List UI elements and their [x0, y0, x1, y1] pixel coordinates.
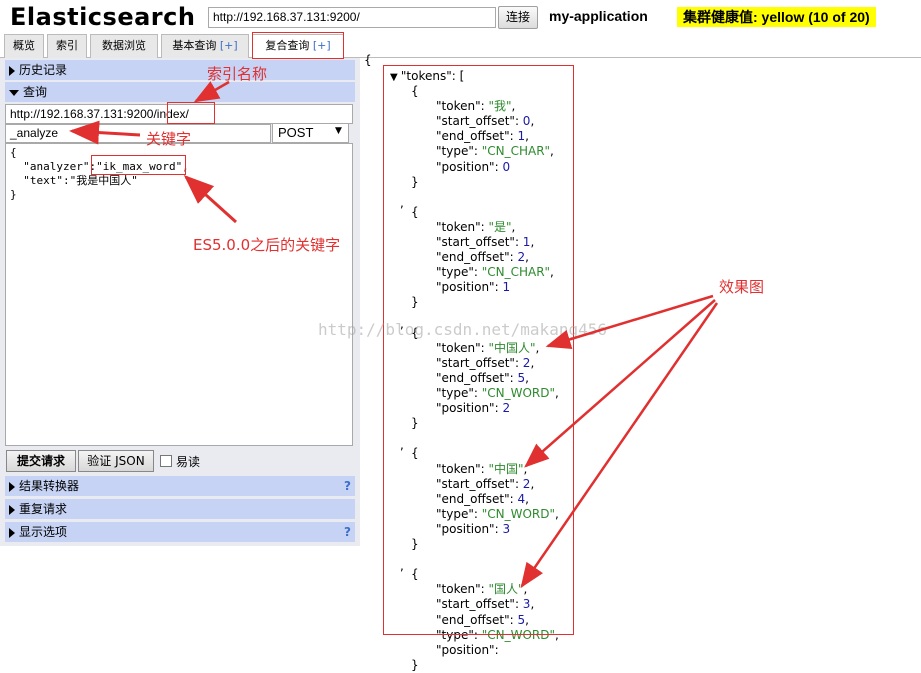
tab-overview-label: 概览: [13, 39, 35, 52]
result-transformer-label: 结果转换器: [19, 479, 80, 493]
annotation-box-index: [167, 102, 215, 124]
annotation-keyword: 关键字: [146, 130, 192, 148]
json-open-brace: {: [364, 53, 372, 67]
cluster-name: my-application: [549, 8, 648, 24]
repeat-request-section[interactable]: 重复请求: [5, 499, 355, 519]
history-section-header[interactable]: 历史记录: [5, 60, 355, 80]
cluster-url-input[interactable]: http://192.168.37.131:9200/: [208, 7, 496, 28]
tab-browser[interactable]: 数据浏览: [90, 34, 158, 58]
display-options-label: 显示选项: [19, 525, 68, 539]
request-body-editor[interactable]: { "analyzer":"ik_max_word", "text":"我是中国…: [5, 143, 353, 446]
brace: }: [411, 657, 419, 672]
expand-icon: [9, 504, 15, 515]
connect-button[interactable]: 连接: [498, 6, 538, 29]
annotation-box-result: [383, 65, 574, 635]
body-line: }: [10, 188, 17, 201]
repeat-request-label: 重复请求: [19, 502, 68, 516]
result-transformer-section[interactable]: 结果转换器?: [5, 476, 355, 496]
watermark: http://blog.csdn.net/makang456: [318, 320, 607, 339]
annotation-box-tab: [252, 32, 344, 59]
cluster-health-badge: 集群健康值: yellow (10 of 20): [677, 7, 876, 27]
annotation-index-name: 索引名称: [207, 65, 268, 83]
history-label: 历史记录: [19, 63, 68, 77]
app-title: Elasticsearch: [10, 3, 196, 31]
tab-basic-query-label: 基本查询: [172, 39, 220, 52]
tab-indices[interactable]: 索引: [47, 34, 87, 58]
expand-icon: [9, 481, 15, 492]
help-icon[interactable]: ?: [344, 522, 351, 542]
help-icon[interactable]: ?: [344, 476, 351, 496]
json-obj-close: }: [411, 658, 419, 673]
annotation-effect: 效果图: [719, 278, 765, 296]
tab-overview[interactable]: 概览: [4, 34, 44, 58]
annotation-es5-keyword: ES5.0.0之后的关键字: [193, 236, 341, 254]
submit-request-button[interactable]: 提交请求: [6, 450, 76, 472]
tab-basic-query[interactable]: 基本查询 [+]: [161, 34, 249, 58]
query-label: 查询: [23, 85, 48, 99]
query-path-input[interactable]: _analyze: [5, 124, 271, 143]
collapse-icon: [9, 89, 19, 96]
query-url-base: http://192.168.37.131:9200: [10, 107, 154, 121]
readable-checkbox[interactable]: [160, 455, 172, 467]
validate-json-button[interactable]: 验证 JSON: [78, 450, 154, 472]
readable-label: 易读: [176, 455, 201, 469]
tab-browser-label: 数据浏览: [102, 39, 146, 52]
tab-indices-label: 索引: [56, 39, 78, 52]
display-options-section[interactable]: 显示选项?: [5, 522, 355, 542]
json-key: "position":: [436, 642, 503, 657]
body-line: "text":"我是中国人": [10, 174, 138, 187]
expand-icon: [9, 65, 15, 76]
annotation-box-analyzer: [91, 155, 186, 175]
body-line-key: "analyzer":: [10, 160, 97, 173]
chevron-down-icon: ▼: [335, 126, 342, 136]
json-field-position: "position":: [436, 643, 502, 658]
expand-icon: [9, 527, 15, 538]
query-section-header[interactable]: 查询: [5, 82, 355, 102]
tab-basic-query-plus: [+]: [219, 39, 238, 52]
